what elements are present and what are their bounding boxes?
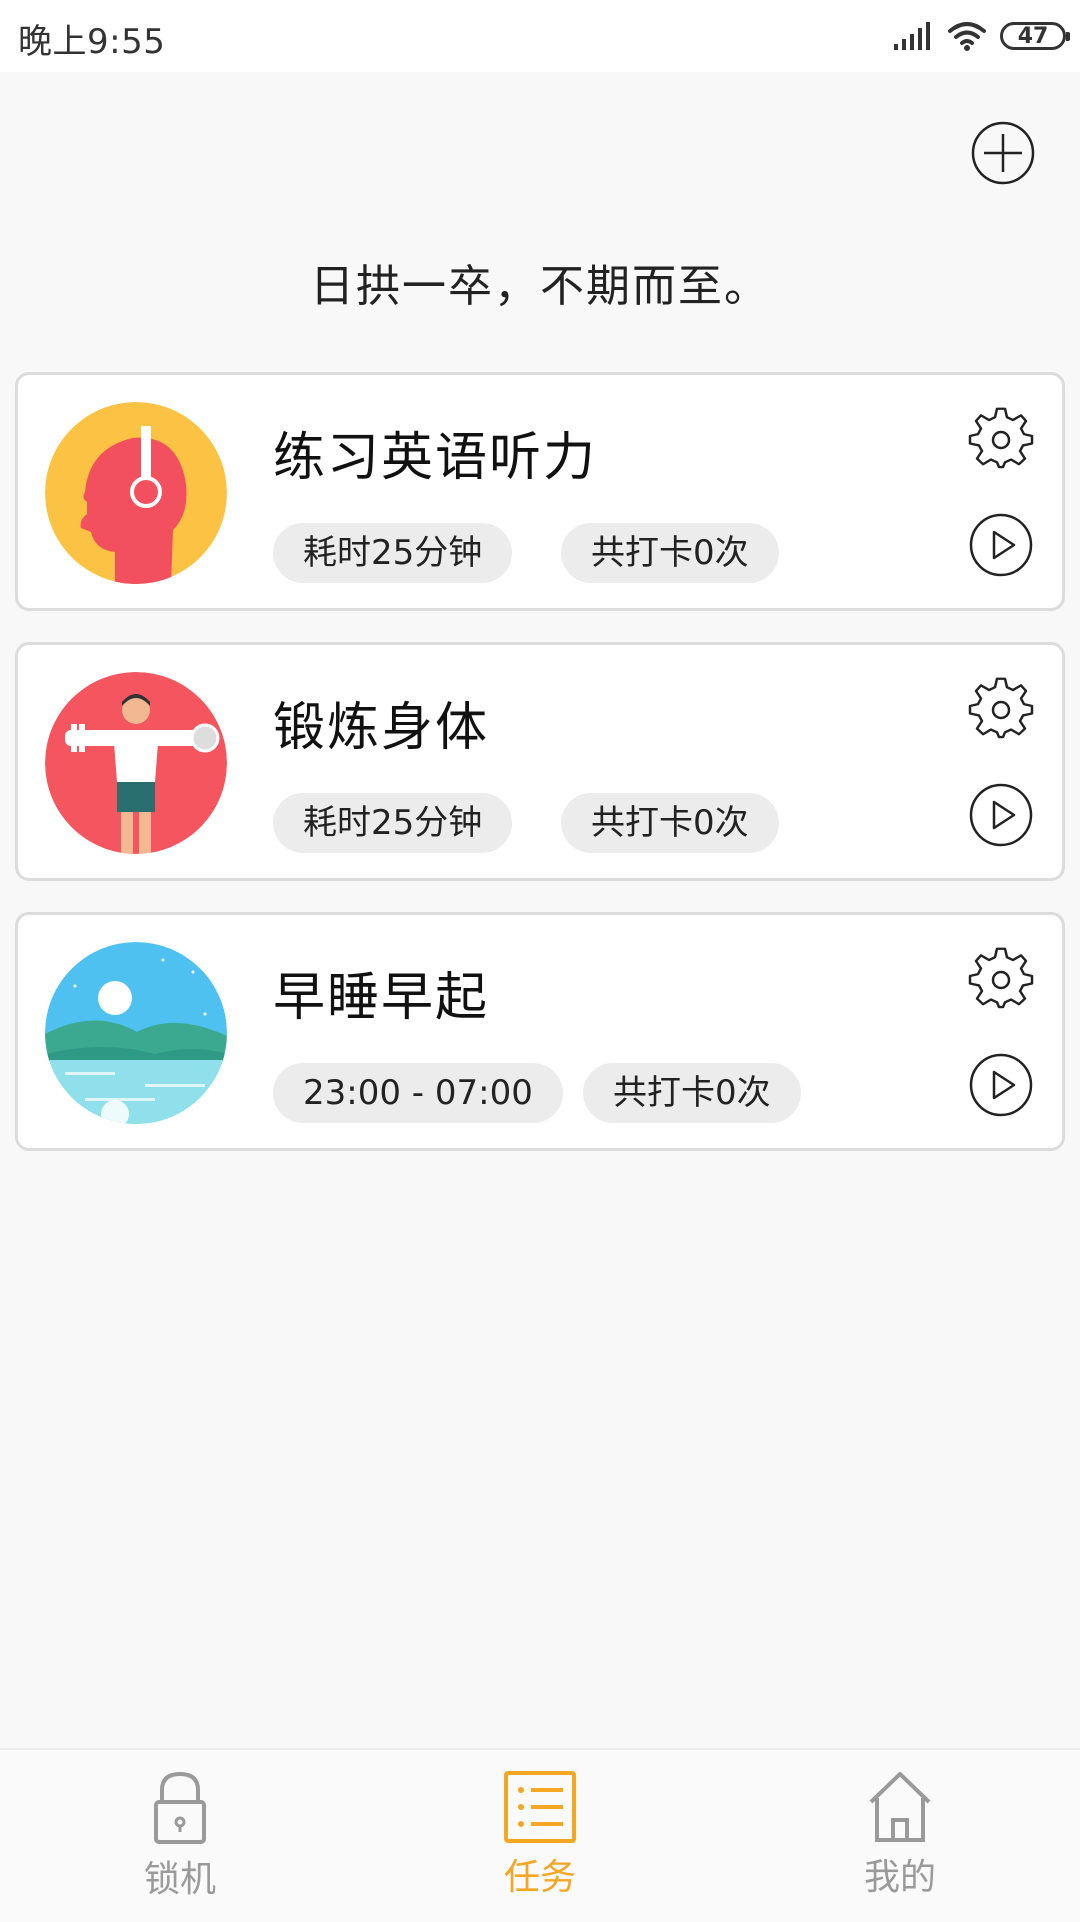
headphones-head-icon: [45, 402, 227, 584]
nav-item-mine[interactable]: 我的: [800, 1770, 1000, 1900]
motto-text: 日拱一卒，不期而至。: [310, 261, 770, 312]
status-time: 晚上9:55: [18, 22, 166, 62]
task-start-button[interactable]: [968, 512, 1034, 578]
nav-label-tasks: 任务: [503, 1857, 576, 1898]
task-settings-button[interactable]: [968, 677, 1034, 743]
nav-item-tasks[interactable]: 任务: [440, 1770, 640, 1900]
gear-icon: [968, 947, 1034, 1009]
plus-circle-icon: [971, 121, 1035, 185]
checkin-count-chip: 共打卡0次: [561, 523, 779, 583]
task-title: 早睡早起: [273, 968, 490, 1028]
task-card[interactable]: 早睡早起 23:00 - 07:00 共打卡0次: [15, 912, 1065, 1151]
duration-chip: 耗时25分钟: [273, 523, 513, 583]
gear-icon: [968, 407, 1034, 469]
task-list: 练习英语听力 耗时25分钟 共打卡0次 锻炼身体 耗时25分钟 共打卡0次 早睡…: [15, 372, 1065, 1182]
status-icons: 47: [894, 16, 1070, 56]
checkin-count-chip: 共打卡0次: [561, 793, 779, 853]
home-icon: [869, 1772, 931, 1842]
battery-level: 47: [1017, 23, 1049, 49]
battery-indicator: 47: [1000, 22, 1070, 50]
task-start-button[interactable]: [968, 1052, 1034, 1118]
dumbbell-man-icon: [45, 672, 227, 854]
add-task-button[interactable]: [970, 120, 1036, 186]
status-bar: 晚上9:55 47: [0, 0, 1080, 72]
duration-chip: 耗时25分钟: [273, 793, 513, 853]
moon-lake-icon: [45, 942, 227, 1124]
task-title: 练习英语听力: [273, 428, 598, 488]
lock-icon: [154, 1771, 206, 1844]
task-list-icon: [504, 1771, 576, 1843]
task-settings-button[interactable]: [968, 947, 1034, 1013]
play-circle-icon: [969, 1053, 1033, 1117]
task-settings-button[interactable]: [968, 407, 1034, 473]
play-circle-icon: [969, 783, 1033, 847]
gear-icon: [968, 677, 1034, 739]
play-circle-icon: [969, 513, 1033, 577]
nav-label-mine: 我的: [863, 1857, 936, 1898]
nav-label-lock: 锁机: [143, 1859, 216, 1900]
wifi-icon: [948, 22, 986, 51]
sleep-window-chip: 23:00 - 07:00: [273, 1063, 563, 1123]
bottom-nav: 锁机 任务 我的: [0, 1748, 1080, 1922]
nav-item-lock[interactable]: 锁机: [80, 1770, 280, 1902]
task-title: 锻炼身体: [273, 698, 490, 758]
signal-icon: [894, 22, 930, 50]
task-card[interactable]: 练习英语听力 耗时25分钟 共打卡0次: [15, 372, 1065, 611]
checkin-count-chip: 共打卡0次: [583, 1063, 801, 1123]
task-card[interactable]: 锻炼身体 耗时25分钟 共打卡0次: [15, 642, 1065, 881]
task-start-button[interactable]: [968, 782, 1034, 848]
